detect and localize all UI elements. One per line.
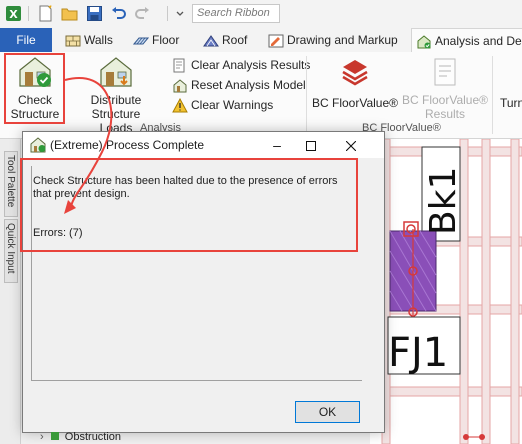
- new-file-icon[interactable]: [37, 5, 54, 22]
- ok-button[interactable]: OK: [295, 401, 360, 423]
- check-structure-highlight: [4, 53, 65, 124]
- turn-button[interactable]: Turn: [496, 55, 522, 121]
- clear-warnings-icon: [172, 98, 188, 113]
- bc-floorvalue-button[interactable]: BC FloorValue®: [312, 55, 398, 121]
- tab-file-label: File: [16, 33, 36, 47]
- undo-icon[interactable]: [110, 5, 127, 22]
- reset-model-label: Reset Analysis Model: [191, 78, 306, 92]
- reset-model-icon: [173, 79, 187, 93]
- tab-drawing-and-markup[interactable]: Drawing and Markup: [268, 28, 398, 52]
- tree-item-obstruction[interactable]: › Obstruction: [40, 431, 180, 444]
- ribbon-tabs: File Walls Floor Roof Drawing and Markup…: [0, 28, 522, 54]
- joist-label-fj: FJ1: [388, 330, 448, 376]
- redo-icon[interactable]: [134, 5, 151, 22]
- svg-text:X: X: [9, 8, 18, 21]
- results-document-icon: [434, 58, 456, 86]
- bc-floorvalue-label: BC FloorValue®: [312, 96, 398, 110]
- bc-floorvalue-icon: [342, 60, 368, 86]
- drawing-markup-icon: [268, 34, 284, 48]
- quick-input-tab[interactable]: Quick Input: [4, 219, 18, 283]
- bc-floorvalue-results-button[interactable]: BC FloorValue® Results: [400, 55, 490, 121]
- search-ribbon-input[interactable]: Search Ribbon: [192, 4, 280, 23]
- group-separator: [306, 56, 307, 134]
- app-logo-icon[interactable]: X: [5, 5, 22, 22]
- open-folder-icon[interactable]: [61, 5, 78, 22]
- clear-warnings-label: Clear Warnings: [191, 98, 274, 112]
- tool-palette-tab[interactable]: Tool Palette: [4, 151, 18, 217]
- tab-floor[interactable]: Floor: [133, 28, 179, 52]
- floor-icon: [133, 37, 149, 45]
- qat-divider: [28, 6, 29, 21]
- tree-item-icon: [50, 432, 59, 440]
- clear-analysis-results-button[interactable]: Clear Analysis Results: [172, 56, 310, 74]
- qat-divider: [167, 6, 168, 21]
- close-button[interactable]: [334, 132, 368, 158]
- walls-icon: [65, 35, 81, 47]
- tree-item-label: Obstruction: [64, 431, 122, 443]
- roof-icon: [203, 34, 219, 47]
- clear-warnings-button[interactable]: Clear Warnings: [172, 96, 273, 114]
- reset-analysis-model-button[interactable]: Reset Analysis Model: [172, 76, 306, 94]
- tab-analysis-label: Analysis and Desi: [435, 34, 522, 48]
- beam-label-bk: Bk1: [423, 167, 464, 235]
- tab-file[interactable]: File: [0, 28, 52, 52]
- save-icon[interactable]: [86, 5, 103, 22]
- group-separator: [492, 56, 493, 134]
- tab-roof-label: Roof: [222, 33, 248, 47]
- tab-drawing-markup-label: Drawing and Markup: [287, 33, 398, 47]
- tab-floor-label: Floor: [152, 33, 180, 47]
- annotation-arrow-icon: [64, 77, 113, 214]
- turn-label: Turn: [500, 96, 522, 110]
- tab-walls[interactable]: Walls: [65, 28, 113, 52]
- analysis-icon: [417, 35, 431, 49]
- chevron-right-icon: ›: [40, 431, 44, 443]
- chevron-down-icon[interactable]: [174, 5, 186, 22]
- close-icon: [345, 140, 357, 152]
- tab-roof[interactable]: Roof: [203, 28, 247, 52]
- maximize-button[interactable]: [294, 132, 328, 158]
- drawing-canvas[interactable]: Bk1 FJ1: [370, 139, 522, 444]
- side-panel-strip: Tool Palette Quick Input: [0, 139, 21, 444]
- quick-input-label: Quick Input: [5, 223, 16, 274]
- quick-access-toolbar: X Search Ribbon: [0, 0, 522, 29]
- tab-analysis-and-design[interactable]: Analysis and Desi: [411, 28, 522, 54]
- minimize-button[interactable]: –: [260, 132, 294, 158]
- tool-palette-label: Tool Palette: [5, 155, 16, 208]
- app-house-icon: [30, 137, 46, 153]
- floor-plan-drawing: Bk1 FJ1: [370, 139, 522, 444]
- clear-analysis-icon: [173, 58, 185, 73]
- tab-walls-label: Walls: [84, 33, 113, 47]
- bc-floorvalue-results-label: BC FloorValue® Results: [402, 93, 488, 121]
- maximize-icon: [306, 141, 316, 152]
- clear-analysis-label: Clear Analysis Results: [191, 58, 311, 72]
